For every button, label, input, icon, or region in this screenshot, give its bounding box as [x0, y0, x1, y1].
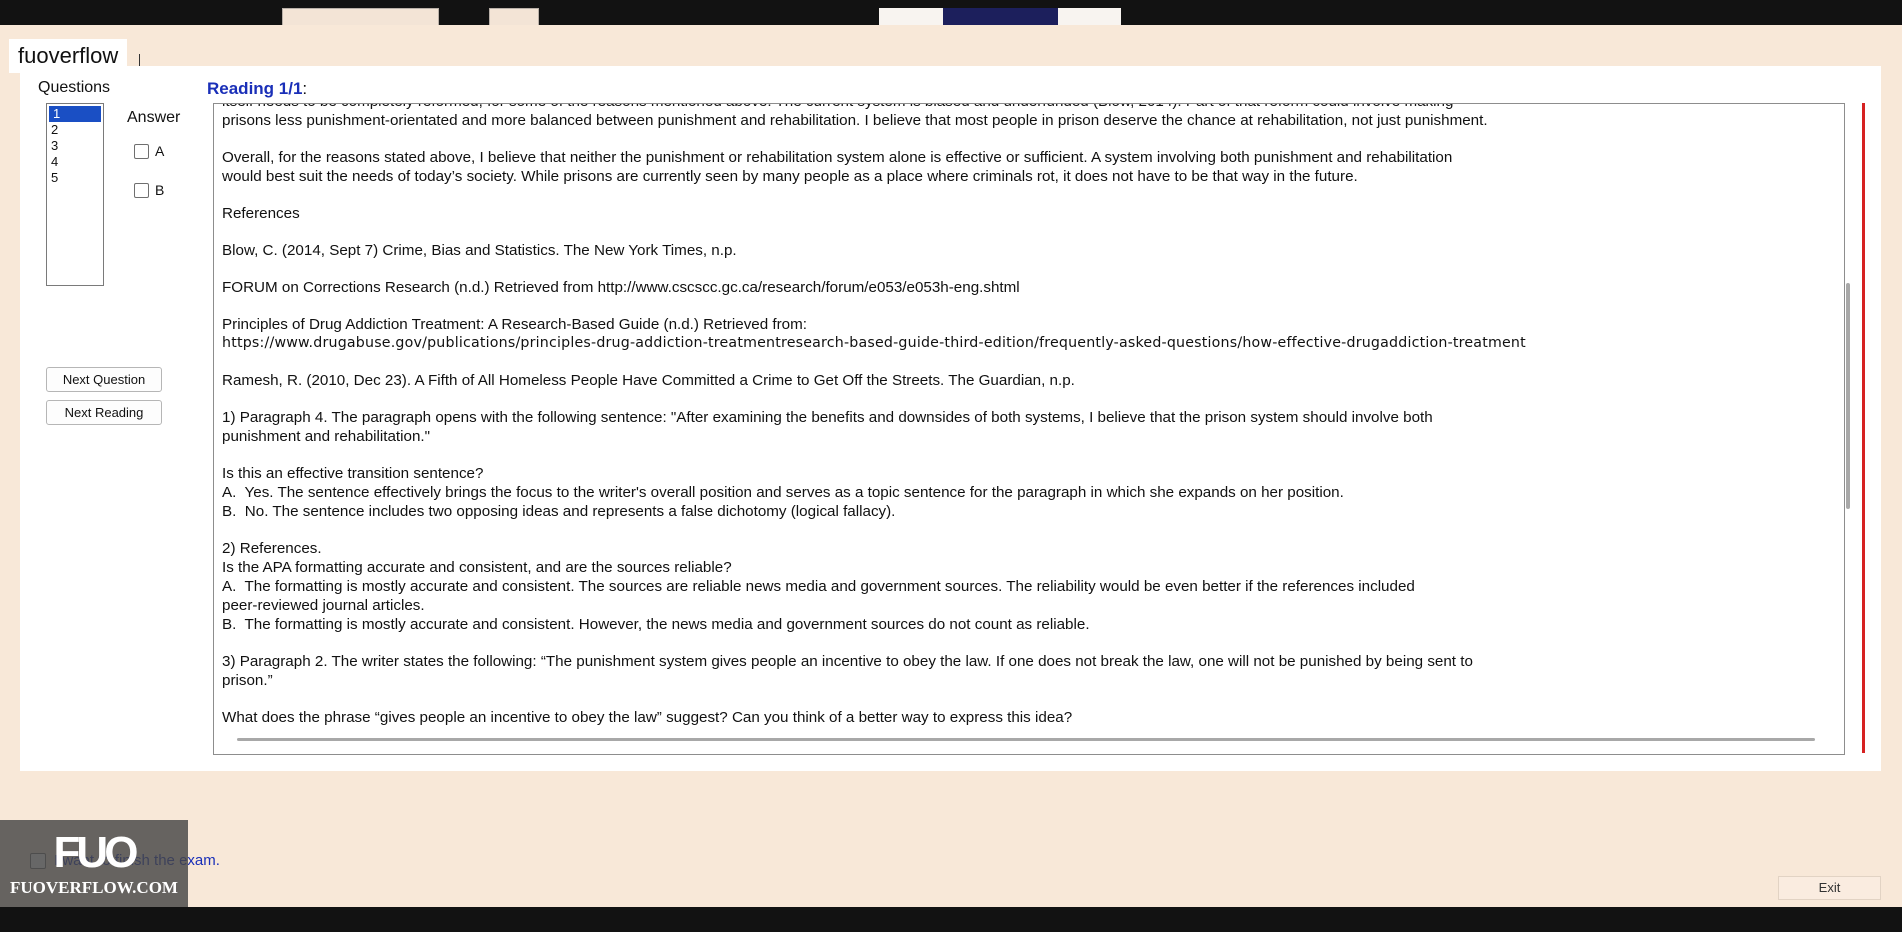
- next-reading-button[interactable]: Next Reading: [46, 400, 162, 425]
- question-2-option-a: A. The formatting is mostly accurate and…: [222, 578, 1415, 614]
- answer-option-a-label: A: [155, 143, 165, 159]
- paragraph-reform: itself needs to be completely reformed, …: [222, 104, 1488, 129]
- vertical-scrollbar[interactable]: [1846, 283, 1850, 509]
- question-2-prompt: 2) References.: [222, 540, 322, 557]
- answer-option-b[interactable]: B: [134, 182, 164, 198]
- references-heading: References: [222, 205, 300, 222]
- watermark-site: FUOVERFLOW.COM: [10, 878, 178, 897]
- checkbox-a[interactable]: [134, 143, 149, 159]
- exit-button[interactable]: Exit: [1778, 876, 1881, 900]
- answer-option-a[interactable]: A: [134, 143, 164, 159]
- question-item-3[interactable]: 3: [47, 138, 103, 154]
- top-button-partial: [489, 8, 539, 25]
- reference-blow: Blow, C. (2014, Sept 7) Crime, Bias and …: [222, 242, 737, 259]
- next-question-button[interactable]: Next Question: [46, 367, 162, 392]
- top-bar: [0, 0, 1902, 25]
- reference-ramesh: Ramesh, R. (2010, Dec 23). A Fifth of Al…: [222, 372, 1075, 389]
- reading-text-area[interactable]: itself needs to be completely reformed, …: [213, 103, 1845, 755]
- question-item-2[interactable]: 2: [47, 122, 103, 138]
- paragraph-overall: Overall, for the reasons stated above, I…: [222, 149, 1453, 185]
- checkbox-b[interactable]: [134, 182, 149, 198]
- question-item-4[interactable]: 4: [47, 154, 103, 170]
- reading-title-text: Reading 1/1: [207, 79, 303, 98]
- top-banner-image: [879, 8, 1121, 25]
- reading-title-colon: :: [302, 79, 308, 98]
- question-3-text: What does the phrase “gives people an in…: [222, 709, 1073, 726]
- watermark: FUO FUOVERFLOW.COM: [0, 820, 188, 907]
- reading-title: Reading 1/1:: [207, 79, 307, 99]
- watermark-logo: FUO: [53, 828, 139, 877]
- question-3-prompt: 3) Paragraph 2. The writer states the fo…: [222, 653, 1473, 689]
- question-2-option-b: B. The formatting is mostly accurate and…: [222, 616, 1090, 633]
- question-1-text: Is this an effective transition sentence…: [222, 465, 484, 482]
- answer-option-b-label: B: [155, 182, 165, 198]
- question-item-1[interactable]: 1: [49, 106, 101, 122]
- panel-red-border: [1862, 103, 1865, 753]
- answer-heading: Answer: [127, 109, 181, 126]
- question-1-prompt: 1) Paragraph 4. The paragraph opens with…: [222, 409, 1433, 445]
- questions-list[interactable]: 1 2 3 4 5: [46, 103, 104, 286]
- reference-forum: FORUM on Corrections Research (n.d.) Ret…: [222, 279, 1020, 296]
- top-input-partial: [282, 8, 439, 25]
- question-1-option-b: B. No. The sentence includes two opposin…: [222, 503, 896, 520]
- horizontal-scrollbar[interactable]: [237, 738, 1815, 741]
- reference-principles: Principles of Drug Addiction Treatment: …: [222, 316, 807, 333]
- question-item-5[interactable]: 5: [47, 170, 103, 186]
- bottom-bar: [0, 907, 1902, 932]
- question-1-option-a: A. Yes. The sentence effectively brings …: [222, 484, 1344, 501]
- question-2-text: Is the APA formatting accurate and consi…: [222, 559, 732, 576]
- questions-heading: Questions: [38, 79, 111, 96]
- reference-principles-url: https://www.drugabuse.gov/publications/p…: [222, 335, 1526, 351]
